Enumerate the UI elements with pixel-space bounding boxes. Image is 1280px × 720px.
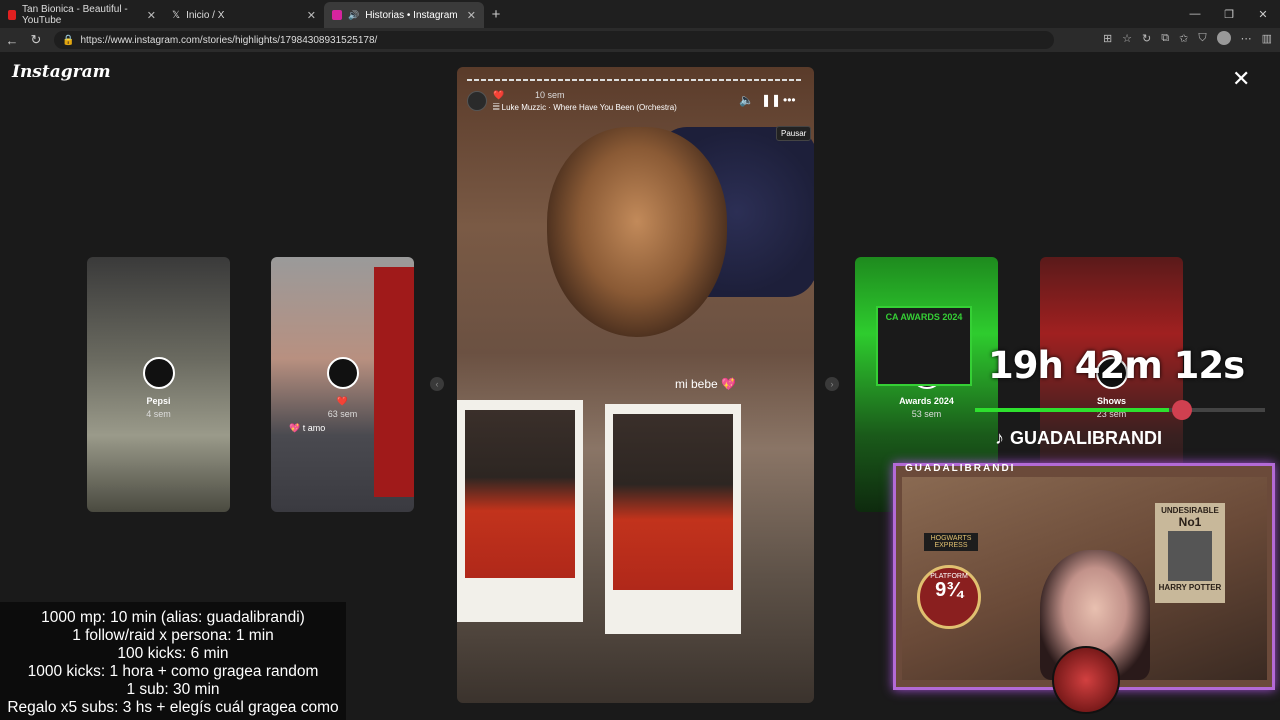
x-logo-icon: 𝕏	[172, 9, 181, 21]
close-tab-icon[interactable]: ✕	[307, 9, 316, 22]
tiktok-username: GUADALIBRANDI	[1010, 428, 1162, 448]
main-story[interactable]: ❤️ 10 sem 𝄚 Luke Muzzic · Where Have You…	[457, 67, 814, 703]
tab-x[interactable]: 𝕏 Inicio / X ✕	[164, 2, 324, 28]
volume-icon[interactable]: 🔈	[739, 93, 754, 107]
story-image	[547, 127, 727, 337]
story-username[interactable]: ❤️	[493, 90, 504, 101]
stream-rules-panel: 1000 mp: 10 min (alias: guadalibrandi) 1…	[0, 602, 346, 720]
story-sticker: 💖 t amo	[289, 423, 326, 433]
poster-title: UNDESIRABLE	[1161, 506, 1219, 515]
platform-roundel: PLATFORM 9¾	[917, 565, 981, 629]
instagram-icon	[332, 10, 342, 20]
ca-awards-badge: CA AWARDS 2024	[876, 306, 972, 386]
apps-icon[interactable]: ⊞	[1103, 32, 1112, 45]
subathon-timer: 19h 42m 12s	[988, 344, 1245, 387]
story-time: 10 sem	[535, 90, 565, 100]
more-icon[interactable]: ⋯	[1241, 32, 1252, 45]
story-name: Pepsi	[146, 396, 171, 406]
tab-youtube[interactable]: Tan Bionica - Beautiful - YouTube ✕	[0, 2, 164, 28]
rule-line: 1000 mp: 10 min (alias: guadalibrandi)	[41, 609, 305, 626]
story-header: ❤️ 10 sem 𝄚 Luke Muzzic · Where Have You…	[467, 89, 803, 119]
music-icon: 𝄚	[493, 103, 502, 112]
extensions-icon[interactable]: ⧉	[1161, 32, 1169, 45]
tab-bar: Tan Bionica - Beautiful - YouTube ✕ 𝕏 In…	[0, 0, 1280, 28]
close-window-icon[interactable]: ✕	[1246, 8, 1280, 21]
avatar	[327, 357, 359, 389]
story-progress-bar	[467, 79, 803, 81]
story-preview-heart[interactable]: ❤️ 63 sem 💖 t amo	[271, 257, 414, 512]
story-name: Awards 2024	[899, 396, 954, 406]
photo	[465, 410, 575, 578]
refresh-ext-icon[interactable]: ↻	[1142, 32, 1151, 45]
pause-tooltip: Pausar	[776, 126, 812, 141]
story-image	[374, 267, 414, 497]
rule-line: Regalo x5 subs: 3 hs + elegís cuál grage…	[7, 698, 339, 716]
story-song[interactable]: 𝄚 Luke Muzzic · Where Have You Been (Orc…	[493, 103, 677, 113]
timer-progress-fill	[975, 408, 1170, 412]
polaroid-photo	[457, 400, 583, 622]
roundel-number: 9¾	[935, 579, 963, 601]
story-time: 4 sem	[146, 409, 171, 419]
tiktok-icon: ♪	[995, 428, 1004, 448]
favorites-list-icon[interactable]: ✩	[1179, 32, 1188, 45]
webcam-label: GUADALIBRANDI	[905, 463, 1016, 474]
youtube-icon	[8, 10, 17, 20]
rule-line: 1 follow/raid x persona: 1 min	[72, 626, 274, 644]
pause-icon[interactable]: ❚❚	[761, 93, 781, 107]
favorite-icon[interactable]: ☆	[1122, 32, 1132, 45]
previous-story-arrow[interactable]: ‹	[430, 377, 444, 391]
close-tab-icon[interactable]: ✕	[147, 9, 156, 22]
poster-number: No1	[1178, 515, 1202, 529]
rule-line: 1 sub: 30 min	[126, 680, 220, 698]
streamer-emote	[1052, 646, 1120, 714]
shield-icon[interactable]: ⛉	[1198, 32, 1206, 45]
poster-photo	[1168, 531, 1212, 581]
url-field[interactable]: 🔒 https://www.instagram.com/stories/high…	[54, 31, 1054, 49]
progress-avatar	[1172, 400, 1192, 420]
tab-label: Historias • Instagram	[365, 9, 458, 21]
polaroid-photo	[605, 404, 741, 634]
story-time: 63 sem	[327, 409, 358, 419]
tab-instagram[interactable]: 🔊 Historias • Instagram ✕	[324, 2, 484, 28]
minimize-icon[interactable]: —	[1178, 8, 1212, 20]
restore-icon[interactable]: ❐	[1212, 8, 1246, 21]
window-controls: — ❐ ✕	[1178, 0, 1280, 28]
story-caption: mi bebe 💖	[675, 377, 736, 391]
story-name: ❤️	[336, 396, 349, 406]
browser-toolbar: ⊞ ☆ ↻ ⧉ ✩ ⛉ ⋯ ▥	[1103, 31, 1272, 45]
back-icon[interactable]: ←	[0, 33, 24, 48]
poster-name: HARRY POTTER	[1158, 583, 1222, 592]
lock-icon: 🔒	[62, 34, 75, 46]
tab-label: Inicio / X	[186, 9, 225, 21]
url-text: https://www.instagram.com/stories/highli…	[80, 34, 378, 46]
song-title: Luke Muzzic · Where Have You Been (Orche…	[501, 103, 677, 112]
rule-line: 1000 kicks: 1 hora + como gragea random	[27, 662, 319, 680]
hogwarts-express-sign: HOGWARTS EXPRESS	[924, 533, 978, 551]
story-preview-pepsi[interactable]: Pepsi 4 sem	[87, 257, 230, 512]
tab-label: Tan Bionica - Beautiful - YouTube	[22, 4, 128, 26]
tiktok-handle: ♪ GUADALIBRANDI	[995, 428, 1162, 449]
speaker-icon: 🔊	[348, 9, 360, 20]
close-tab-icon[interactable]: ✕	[467, 9, 476, 22]
more-options-icon[interactable]: •••	[783, 93, 796, 107]
avatar	[143, 357, 175, 389]
reload-icon[interactable]: ↻	[24, 32, 48, 48]
rule-line: 100 kicks: 6 min	[117, 644, 229, 662]
profile-avatar[interactable]	[1216, 31, 1231, 45]
timer-progress-bar	[975, 408, 1265, 412]
next-story-arrow[interactable]: ›	[825, 377, 839, 391]
new-tab-button[interactable]: +	[484, 6, 508, 23]
close-icon[interactable]: ✕	[1232, 66, 1250, 92]
photo	[613, 414, 733, 590]
address-bar: ← ↻ 🔒 https://www.instagram.com/stories/…	[0, 28, 1280, 52]
avatar[interactable]	[467, 91, 487, 111]
story-name: Shows	[1096, 396, 1126, 406]
instagram-logo[interactable]: Instagram	[12, 62, 111, 82]
wanted-poster: UNDESIRABLE No1 HARRY POTTER	[1155, 503, 1225, 603]
sidebar-icon[interactable]: ▥	[1262, 32, 1272, 45]
